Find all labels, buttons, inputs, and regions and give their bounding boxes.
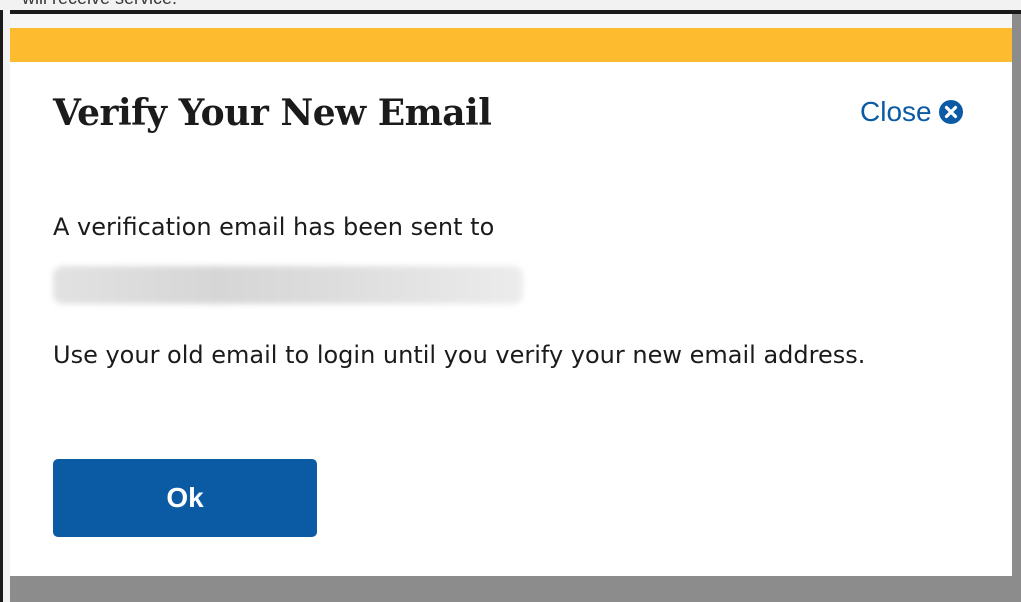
modal-header-gap [10,14,1012,28]
verification-sent-text: A verification email has been sent to [53,213,495,241]
redacted-email-address [53,266,523,304]
background-left-edge [0,10,10,602]
close-icon[interactable] [938,99,964,125]
close-label: Close [860,96,932,127]
close-button[interactable]: Close [860,96,964,128]
overlay-right [1012,14,1021,576]
background-partial-text: will receive service. [22,0,177,9]
modal-accent-bar [10,28,1012,62]
ok-button[interactable]: Ok [53,459,317,537]
modal-title: Verify Your New Email [53,92,492,134]
overlay-bottom [10,576,1021,602]
background-page-fragment: will receive service. [0,0,1021,10]
verify-email-modal: Verify Your New Email Close A verificati… [10,14,1012,576]
old-email-notice: Use your old email to login until you ve… [53,341,866,369]
